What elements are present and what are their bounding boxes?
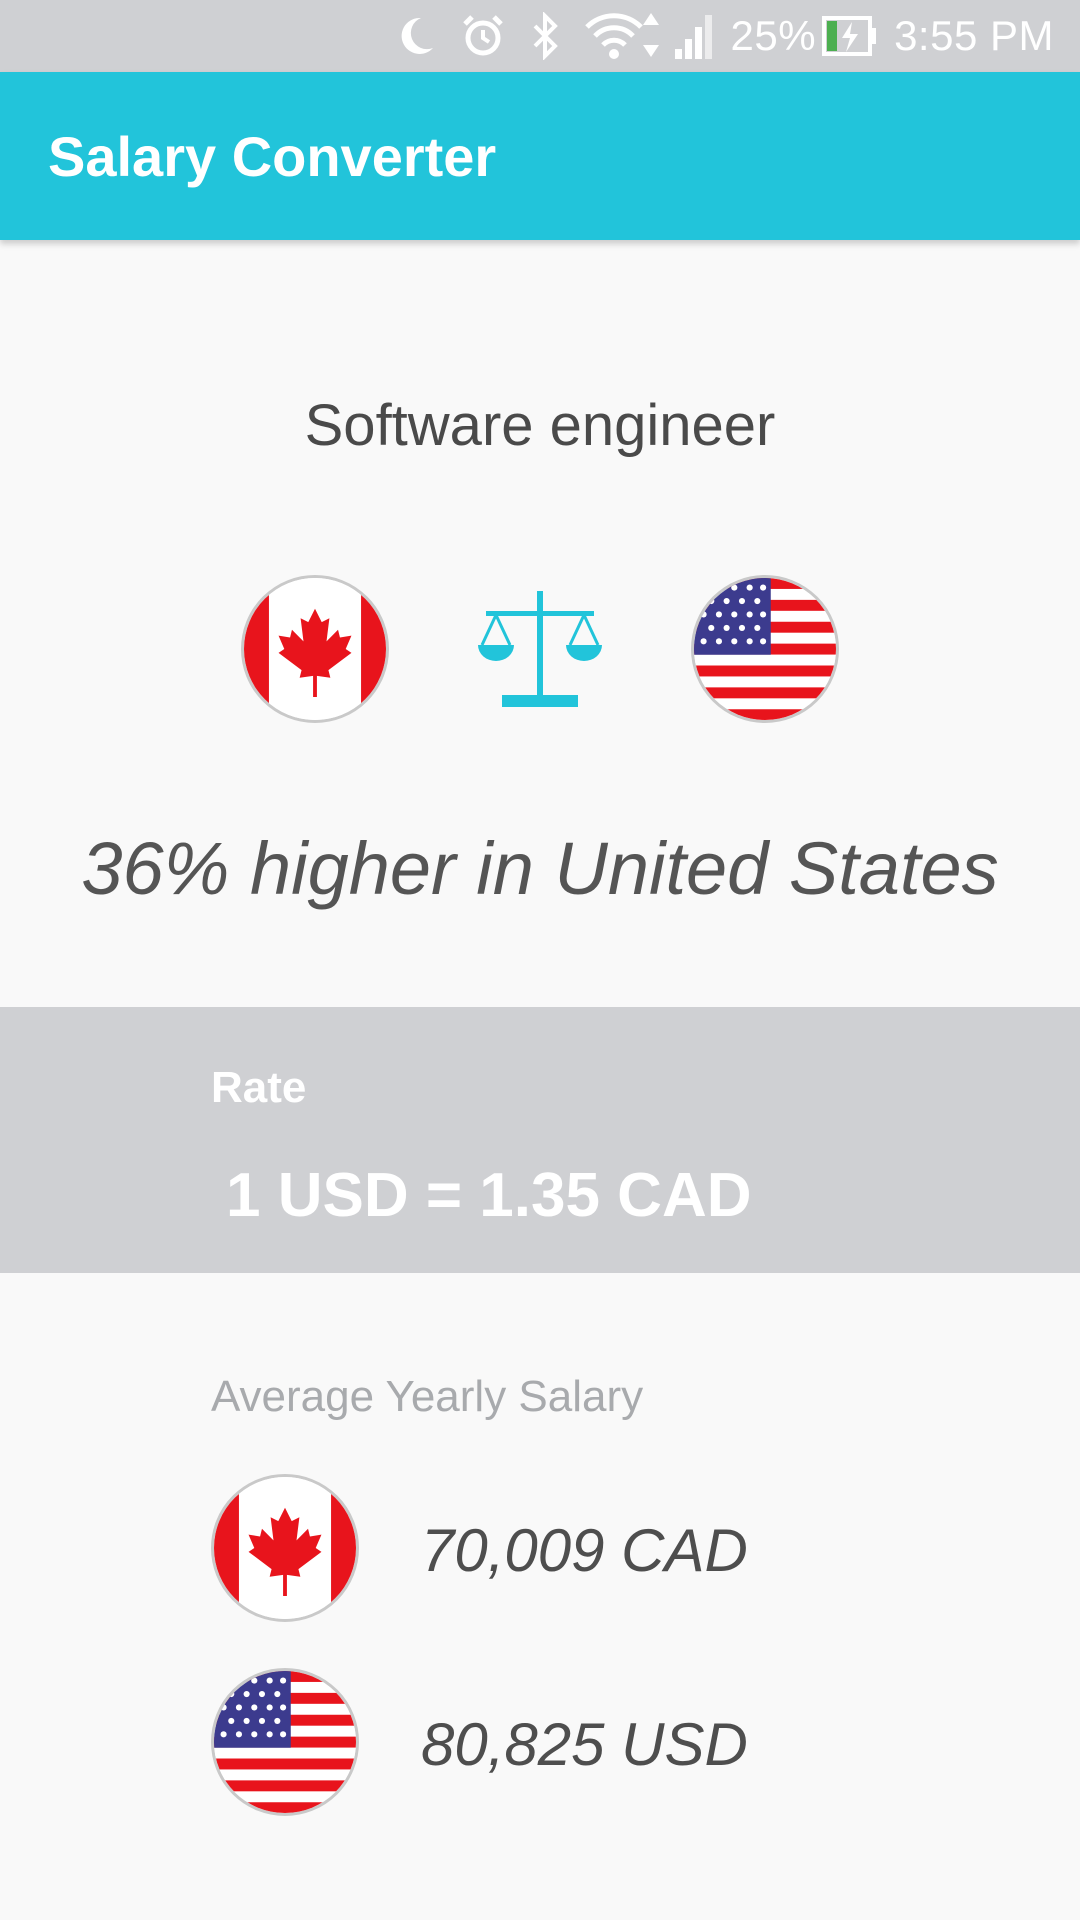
salary-row-canada: 70,009 CAD: [211, 1474, 1011, 1624]
rate-value: 1 USD = 1.35 CAD: [226, 1161, 752, 1230]
canada-flag-icon[interactable]: [241, 575, 389, 723]
app-title: Salary Converter: [48, 124, 497, 188]
alarm-icon: [459, 8, 507, 64]
clock: 3:55 PM: [894, 12, 1054, 59]
salary-amount-cad: 70,009 CAD: [421, 1517, 748, 1584]
comparison-headline: 36% higher in United States: [81, 827, 999, 910]
bluetooth-icon: [529, 8, 563, 64]
rate-label: Rate: [211, 1063, 307, 1112]
moon-icon: [393, 8, 437, 64]
battery-percent: 25%: [730, 12, 817, 59]
salary-row-us: 80,825 USD: [211, 1668, 1011, 1818]
salary-amount-usd: 80,825 USD: [421, 1711, 748, 1778]
rate-panel: Rate 1 USD = 1.35 CAD: [0, 1007, 1080, 1273]
us-flag-icon[interactable]: [691, 575, 839, 723]
canada-flag-icon: [211, 1474, 359, 1622]
status-bar: 25% 3:55 PM: [0, 0, 1080, 72]
salary-label: Average Yearly Salary: [211, 1372, 644, 1421]
us-flag-icon: [211, 1668, 359, 1816]
balance-scale-icon: [478, 591, 602, 707]
battery-charging-icon: [822, 8, 878, 64]
app-bar: Salary Converter: [0, 72, 1080, 240]
signal-icon: [674, 8, 715, 64]
wifi-icon: [584, 8, 665, 64]
job-title: Software engineer: [304, 393, 776, 458]
country-comparison: [0, 575, 1080, 725]
